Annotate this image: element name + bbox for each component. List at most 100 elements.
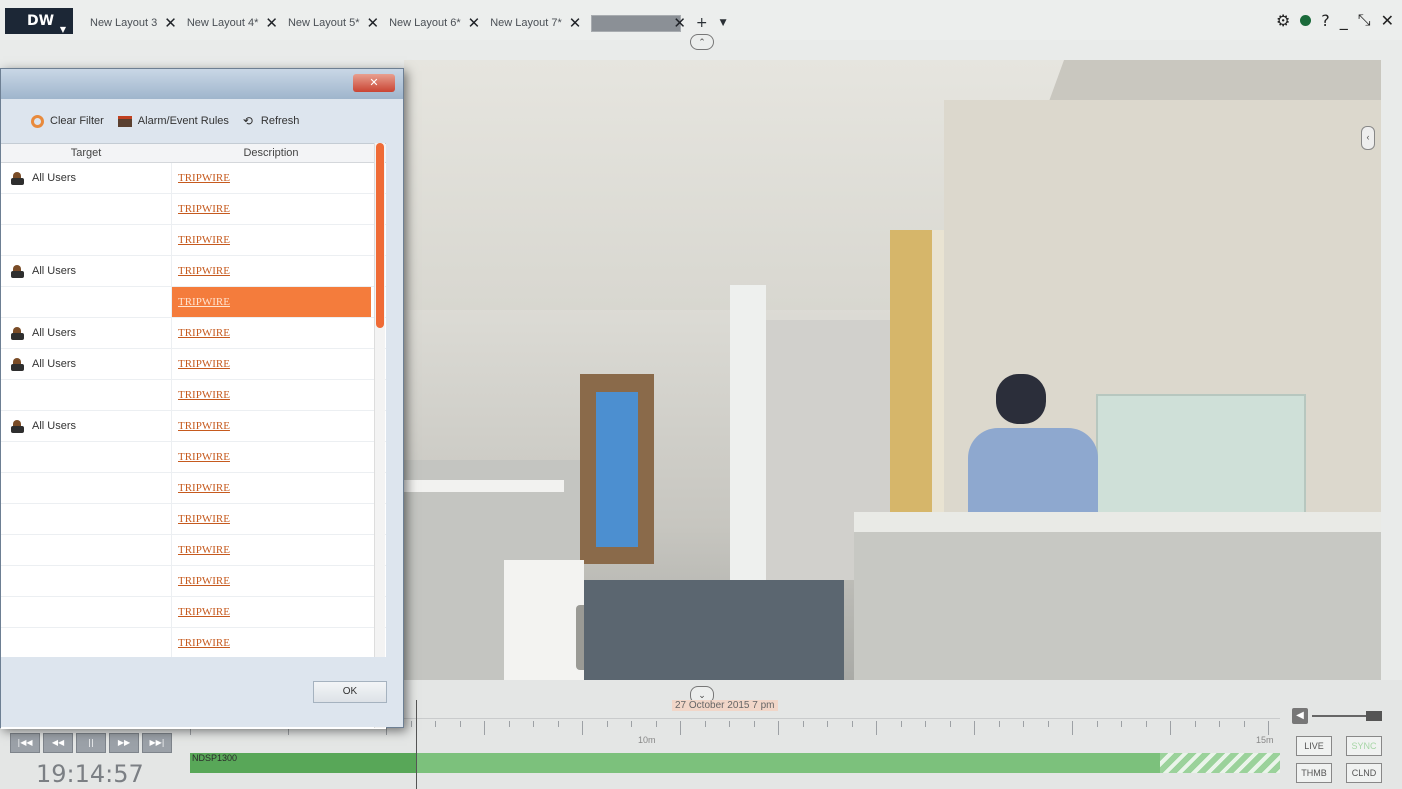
alarm-rules-icon [117, 115, 132, 127]
tab-layout-4[interactable]: New Layout 4* ✕ [187, 14, 278, 32]
alarm-rules-button[interactable]: Alarm/Event Rules [117, 115, 229, 127]
column-header-target[interactable]: Target [1, 144, 171, 162]
table-row[interactable]: All Users TRIPWIRE [1, 256, 386, 287]
help-icon[interactable]: ? [1321, 11, 1330, 30]
clear-filter-button[interactable]: Clear Filter [31, 114, 104, 128]
description-link[interactable]: TRIPWIRE [178, 544, 230, 556]
table-row[interactable]: All Users TRIPWIRE [1, 349, 386, 380]
calendar-button[interactable]: CLND [1346, 763, 1382, 783]
live-button[interactable]: LIVE [1296, 736, 1332, 756]
close-icon[interactable]: ✕ [468, 14, 481, 32]
pause-button[interactable]: || [76, 733, 106, 753]
table-scrollbar[interactable] [374, 143, 385, 728]
refresh-button[interactable]: ⟲ Refresh [243, 115, 300, 127]
status-icon[interactable] [1300, 14, 1312, 26]
ruler-tick [925, 721, 926, 727]
close-icon[interactable]: ✕ [164, 14, 177, 32]
fast-forward-button[interactable]: ▶▶ [109, 733, 139, 753]
dialog-titlebar[interactable]: ✕ [1, 69, 403, 99]
clear-filter-icon [31, 114, 44, 128]
tab-layout-5[interactable]: New Layout 5* ✕ [288, 14, 379, 32]
timeline-track[interactable]: NDSP1300 [190, 753, 1280, 773]
description-link[interactable]: TRIPWIRE [178, 389, 230, 401]
collapse-up-icon[interactable]: ⌃ [690, 34, 714, 50]
description-link[interactable]: TRIPWIRE [178, 513, 230, 525]
table-row[interactable]: All Users TRIPWIRE [1, 318, 386, 349]
app-logo-menu[interactable]: DW ▼ [5, 8, 73, 34]
target-text: All Users [32, 358, 77, 370]
ruler-tick [680, 721, 681, 735]
settings-icon[interactable]: ⚙ [1276, 11, 1290, 30]
table-row[interactable]: TRIPWIRE [1, 504, 386, 535]
scroll-thumb[interactable] [376, 143, 384, 328]
description-link[interactable]: TRIPWIRE [178, 327, 230, 339]
minimize-icon[interactable]: _ [1340, 11, 1348, 30]
table-row[interactable]: All Users TRIPWIRE [1, 411, 386, 442]
add-tab-icon[interactable]: + [696, 15, 708, 31]
table-row[interactable]: TRIPWIRE [1, 628, 386, 659]
track-name: NDSP1300 [192, 753, 238, 763]
expand-panel-icon[interactable]: ‹ [1361, 126, 1375, 150]
yellow-panel [890, 230, 932, 520]
volume-control[interactable]: ◀ [1292, 708, 1392, 724]
description-link[interactable]: TRIPWIRE [178, 358, 230, 370]
dialog-footer: OK [1, 657, 403, 727]
description-link[interactable]: TRIPWIRE [178, 482, 230, 494]
table-row[interactable]: TRIPWIRE [1, 442, 386, 473]
table-row[interactable]: All Users TRIPWIRE [1, 163, 386, 194]
sync-button[interactable]: SYNC [1346, 736, 1382, 756]
tab-layout-3[interactable]: New Layout 3 ✕ [90, 14, 177, 32]
tab-layout-6[interactable]: New Layout 6* ✕ [389, 14, 480, 32]
description-link[interactable]: TRIPWIRE [178, 265, 230, 277]
description-cell: TRIPWIRE [171, 473, 371, 503]
column-header-description[interactable]: Description [171, 144, 371, 162]
close-icon[interactable]: ✕ [1381, 11, 1394, 30]
volume-knob[interactable] [1366, 711, 1382, 721]
table-row[interactable]: TRIPWIRE [1, 535, 386, 566]
skip-forward-button[interactable]: ▶▶| [142, 733, 172, 753]
description-cell: TRIPWIRE [171, 535, 371, 565]
rules-table: Target Description All Users TRIPWIRE TRIP… [1, 143, 386, 729]
tab-menu-icon[interactable]: ▼ [720, 18, 727, 28]
description-link[interactable]: TRIPWIRE [178, 234, 230, 246]
playhead[interactable] [416, 700, 417, 789]
description-link[interactable]: TRIPWIRE [178, 203, 230, 215]
table-row[interactable]: TRIPWIRE [1, 473, 386, 504]
ok-button[interactable]: OK [313, 681, 387, 703]
tab-layout-7[interactable]: New Layout 7* ✕ [490, 14, 581, 32]
skip-back-button[interactable]: |◀◀ [10, 733, 40, 753]
table-row[interactable]: TRIPWIRE [1, 194, 386, 225]
table-row[interactable]: TRIPWIRE [1, 225, 386, 256]
table-row[interactable]: TRIPWIRE [1, 287, 386, 318]
tab-active[interactable]: ✕ [591, 14, 686, 32]
speaker-icon[interactable]: ◀ [1292, 708, 1308, 724]
table-body: All Users TRIPWIRE TRIPWIRE TRIPWIRE All Use… [1, 163, 386, 659]
cubicle-right [854, 530, 1381, 680]
close-icon[interactable]: ✕ [367, 14, 380, 32]
close-icon[interactable]: ✕ [353, 74, 395, 92]
ruler-tick [557, 721, 559, 727]
table-row[interactable]: TRIPWIRE [1, 566, 386, 597]
layout-tabs: New Layout 3 ✕ New Layout 4* ✕ New Layou… [90, 12, 739, 34]
table-row[interactable]: TRIPWIRE [1, 380, 386, 411]
description-link[interactable]: TRIPWIRE [178, 296, 230, 308]
description-link[interactable]: TRIPWIRE [178, 451, 230, 463]
close-icon[interactable]: ✕ [569, 14, 582, 32]
description-link[interactable]: TRIPWIRE [178, 172, 230, 184]
table-row[interactable]: TRIPWIRE [1, 597, 386, 628]
volume-track[interactable] [1312, 715, 1366, 717]
cubicle-right-top [854, 512, 1381, 532]
description-link[interactable]: TRIPWIRE [178, 420, 230, 432]
ruler-tick [459, 721, 461, 727]
clear-filter-label: Clear Filter [50, 115, 104, 127]
close-icon[interactable]: ✕ [673, 14, 686, 32]
camera-view[interactable]: ‹ [404, 60, 1381, 680]
description-cell: TRIPWIRE [171, 380, 371, 410]
rewind-button[interactable]: ◀◀ [43, 733, 73, 753]
description-link[interactable]: TRIPWIRE [178, 637, 230, 649]
description-link[interactable]: TRIPWIRE [178, 606, 230, 618]
thumbnail-button[interactable]: THMB [1296, 763, 1332, 783]
description-link[interactable]: TRIPWIRE [178, 575, 230, 587]
restore-icon[interactable]: ⤡ [1358, 10, 1371, 30]
close-icon[interactable]: ✕ [265, 14, 278, 32]
